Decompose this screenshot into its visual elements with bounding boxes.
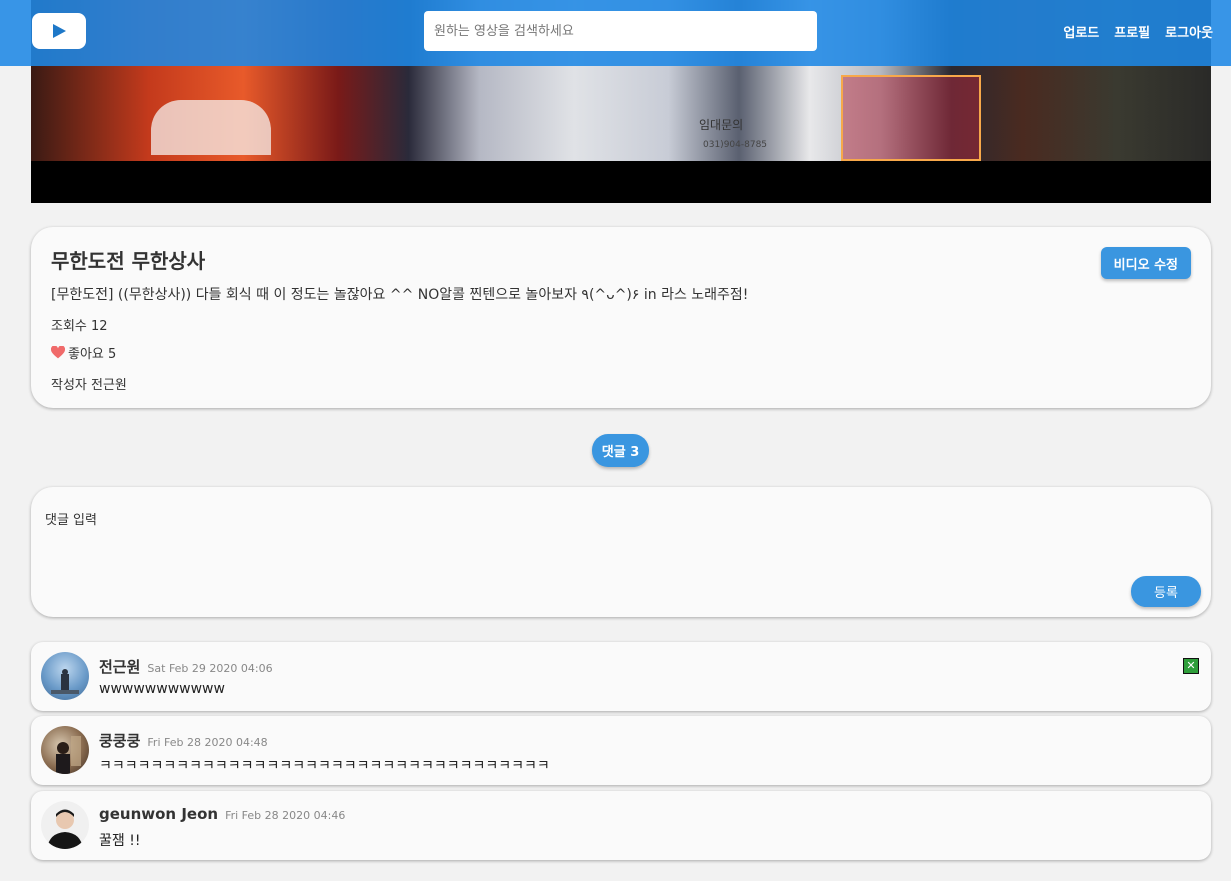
comment-text: wwwwwwwwwww (99, 681, 225, 697)
avatar (41, 652, 89, 700)
header: 업로드 프로필 로그아웃 (0, 0, 1231, 66)
video-info-card: 무한도전 무한상사 비디오 수정 [무한도전] ((무한상사)) 다들 회식 때… (31, 227, 1211, 408)
view-count: 조회수 12 (51, 319, 108, 334)
like-control[interactable]: 좋아요 5 (51, 343, 116, 362)
comment-item: 쿵쿵쿵 Fri Feb 28 2020 04:48 ㅋㅋㅋㅋㅋㅋㅋㅋㅋㅋㅋㅋㅋㅋ… (31, 716, 1211, 785)
video-description: [무한도전] ((무한상사)) 다들 회식 때 이 정도는 놀잖아요 ^^ NO… (51, 287, 749, 303)
comment-date: Sat Feb 29 2020 04:06 (147, 662, 273, 675)
video-title: 무한도전 무한상사 (51, 249, 206, 273)
edit-video-button[interactable]: 비디오 수정 (1100, 247, 1191, 279)
search-input[interactable] (424, 11, 817, 51)
logout-link[interactable]: 로그아웃 (1165, 22, 1213, 41)
comment-author: geunwon Jeon (99, 805, 219, 823)
avatar (41, 801, 89, 849)
video-scene-neon (841, 75, 981, 161)
video-author: 작성자 전근원 (51, 378, 127, 393)
comment-input[interactable] (39, 503, 1119, 593)
video-scene-text: 임대문의 (699, 118, 744, 132)
logo-button[interactable] (32, 13, 86, 49)
comment-item: 전근원 Sat Feb 29 2020 04:06 wwwwwwwwwww ✕ (31, 642, 1211, 711)
submit-comment-button[interactable]: 등록 (1131, 576, 1201, 607)
like-count: 좋아요 5 (68, 347, 117, 362)
avatar (41, 726, 89, 774)
comment-item: geunwon Jeon Fri Feb 28 2020 04:46 꿀잼 !! (31, 791, 1211, 860)
comment-count-button[interactable]: 댓글 3 (592, 434, 649, 467)
comment-date: Fri Feb 28 2020 04:46 (225, 809, 346, 822)
nav: 업로드 프로필 로그아웃 (1063, 22, 1213, 41)
comment-text: 꿀잼 !! (99, 833, 141, 849)
comment-text: ㅋㅋㅋㅋㅋㅋㅋㅋㅋㅋㅋㅋㅋㅋㅋㅋㅋㅋㅋㅋㅋㅋㅋㅋㅋㅋㅋㅋㅋㅋㅋㅋㅋㅋㅋ (99, 758, 550, 774)
delete-comment-button[interactable]: ✕ (1183, 658, 1199, 674)
heart-icon (51, 346, 65, 359)
video-scene-phone: 031)904-8785 (703, 140, 768, 150)
close-icon: ✕ (1186, 659, 1196, 672)
profile-link[interactable]: 프로필 (1114, 22, 1150, 41)
comment-author: 전근원 (99, 658, 141, 676)
comment-input-card: 등록 (31, 487, 1211, 617)
comment-date: Fri Feb 28 2020 04:48 (147, 736, 268, 749)
video-scene-sign (151, 100, 271, 155)
comment-author: 쿵쿵쿵 (99, 732, 141, 750)
upload-link[interactable]: 업로드 (1063, 22, 1099, 41)
play-icon (53, 24, 66, 38)
